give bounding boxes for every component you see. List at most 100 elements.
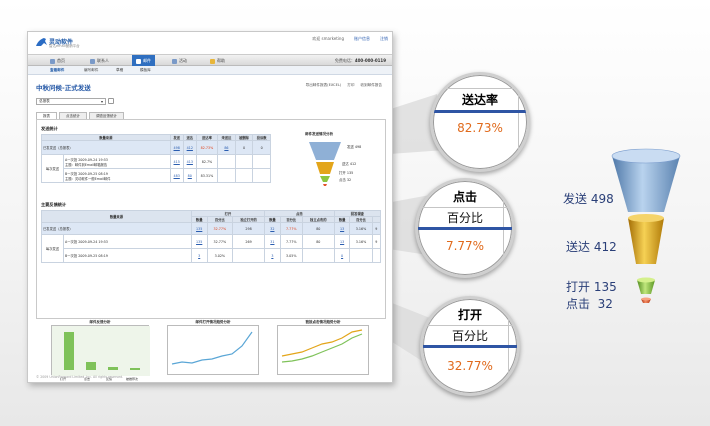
- callout-open-rate: 打开 百分比 32.77%: [420, 296, 520, 396]
- nav-contacts[interactable]: 联系人: [90, 57, 109, 65]
- table-row-label: 已发发送（总报表）: [41, 140, 171, 155]
- table-cell: 298: [232, 222, 266, 235]
- report-panel: 发送统计 数量来源 发送 送达 送达率 未送达 被删除 投诉数 已发发送（总报表…: [36, 119, 386, 381]
- click-trend-chart: 链接点击情况趋势分析: [277, 320, 369, 375]
- tab-report[interactable]: 报表: [36, 112, 57, 119]
- open-stats-title: 主要反馈统计: [41, 202, 67, 207]
- row-group-label: 每次发送: [41, 234, 64, 263]
- report-select[interactable]: 总报表: [36, 98, 106, 105]
- nav-home[interactable]: 首页: [50, 57, 65, 65]
- logo-subtitle: 智达email营销平台: [49, 44, 80, 48]
- table-cell: [349, 248, 373, 263]
- hotline: 免费电话：400-000-0119: [335, 58, 386, 64]
- table-cell: [234, 154, 254, 169]
- table-cell[interactable]: 413: [182, 154, 197, 169]
- top-bar: 灵动软件 智达email营销平台 欢迎 smarketing 账户信息 注销: [28, 32, 392, 52]
- big-funnel-label-send: 发送 498: [563, 190, 614, 207]
- chart-title: 邮件反馈分析: [89, 320, 111, 324]
- hotline-label: 免费电话：: [334, 58, 355, 63]
- table-cell: 0: [234, 140, 254, 155]
- table-cell[interactable]: 3: [264, 248, 281, 263]
- bar: [64, 332, 74, 370]
- account-info-link[interactable]: 账户信息: [354, 36, 370, 42]
- export-excel-link[interactable]: 导出邮件报表(EXCEL): [306, 83, 342, 88]
- nav-label: 联系人: [97, 58, 109, 63]
- table-cell: [217, 168, 236, 183]
- funnel-segment-open: [637, 277, 655, 294]
- table-cell: [301, 248, 335, 263]
- subnav-compose[interactable]: 编写邮件: [84, 68, 98, 73]
- nav-activity[interactable]: 活动: [172, 57, 187, 65]
- table-cell[interactable]: 86: [217, 140, 236, 155]
- table-cell[interactable]: 412: [182, 140, 197, 155]
- print-link[interactable]: 打印: [347, 83, 354, 88]
- contacts-icon: [90, 58, 95, 64]
- table-cell: [217, 154, 236, 169]
- table-cell: 32.77%: [206, 234, 234, 249]
- table-cell[interactable]: 13: [333, 222, 351, 235]
- table-cell[interactable]: 0: [333, 248, 351, 263]
- funnel-label-name: 打开: [566, 280, 591, 294]
- table-cell[interactable]: 80: [182, 168, 197, 183]
- subnav-view-mail[interactable]: 查看邮件: [50, 68, 64, 73]
- logout-link[interactable]: 注销: [380, 36, 388, 42]
- table-cell: 82.7%: [195, 154, 219, 169]
- chart-title: 邮件打开情况趋势分析: [195, 320, 231, 324]
- callout-heading: 送达率: [433, 88, 527, 110]
- table-row-label: B一次投 2009-09-25 08:19: [63, 248, 192, 263]
- callout-heading: 点击: [452, 189, 477, 204]
- table-cell[interactable]: 483: [169, 168, 184, 183]
- footer: © 2009 UnionForward Limited, Inc. All ri…: [36, 375, 124, 379]
- bar: [108, 367, 118, 370]
- subnav-templates[interactable]: 模板库: [140, 68, 151, 73]
- table-cell: [232, 248, 266, 263]
- help-question-icon[interactable]: [108, 98, 114, 104]
- table-cell: 3.05%: [279, 248, 303, 263]
- user-links: 欢迎 smarketing 账户信息 注销: [312, 36, 388, 42]
- small-funnel-title: 邮件发送情况分析: [305, 132, 333, 136]
- table-cell[interactable]: 135: [190, 222, 208, 235]
- table-cell[interactable]: 13: [333, 234, 351, 249]
- sub-nav: 查看邮件 编写邮件 草稿 模板库: [28, 66, 392, 75]
- subnav-drafts[interactable]: 草稿: [116, 68, 123, 73]
- tab-click-stats[interactable]: 点击统计: [59, 112, 87, 119]
- table-cell: 32.77%: [206, 222, 234, 235]
- nav-label: 邮件: [143, 58, 151, 63]
- table-cell: 3.16%: [349, 222, 373, 235]
- table-cell: [252, 168, 271, 183]
- tab-survey-stats[interactable]: 调查反馈统计: [89, 112, 124, 119]
- main-nav: 首页 联系人 邮件 活动 帮助 免费电话：400-000-0119: [28, 54, 392, 67]
- big-funnel-label-open: 打开 135: [566, 278, 617, 295]
- table-cell[interactable]: 498: [169, 140, 184, 155]
- nav-label: 首页: [57, 58, 65, 63]
- table-cell: 9: [371, 222, 382, 235]
- mail-report-link[interactable]: 收到邮件报告: [360, 83, 382, 88]
- hotline-number: 400-000-0119: [354, 58, 386, 63]
- callout-value: 82.73%: [457, 121, 503, 135]
- table-header: 数量来源: [41, 210, 192, 223]
- table-cell: [371, 248, 382, 263]
- open-trend-plot: [171, 331, 253, 365]
- callout-subheading: 百分比: [423, 325, 517, 345]
- funnel-label-value: 498: [590, 192, 614, 206]
- small-funnel-label: 点击 32: [339, 178, 352, 182]
- nav-help[interactable]: 帮助: [210, 57, 225, 65]
- table-cell[interactable]: 31: [264, 234, 281, 249]
- table-cell[interactable]: 135: [190, 234, 208, 249]
- feedback-bar-plot: [52, 326, 150, 376]
- callout-value: 32.77%: [447, 359, 493, 373]
- funnel-segment-send: [611, 148, 681, 212]
- table-row-label: A一次投 2009-09-24 19:53: [63, 234, 192, 249]
- page-title: 中秋问候-正式发送: [36, 84, 91, 92]
- table-cell: 3.16%: [349, 234, 373, 249]
- table-cell[interactable]: 32: [264, 222, 281, 235]
- table-cell[interactable]: 3: [190, 248, 208, 263]
- table-cell: 0: [252, 140, 271, 155]
- table-cell: 269: [232, 234, 266, 249]
- funnel-label-value: 412: [593, 240, 617, 254]
- callout-subheading: 百分比: [418, 207, 512, 227]
- table-cell[interactable]: 415: [169, 154, 184, 169]
- funnel-segment-deliver: [628, 214, 664, 264]
- table-cell: [234, 168, 254, 183]
- table-cell: 83.31%: [195, 168, 219, 183]
